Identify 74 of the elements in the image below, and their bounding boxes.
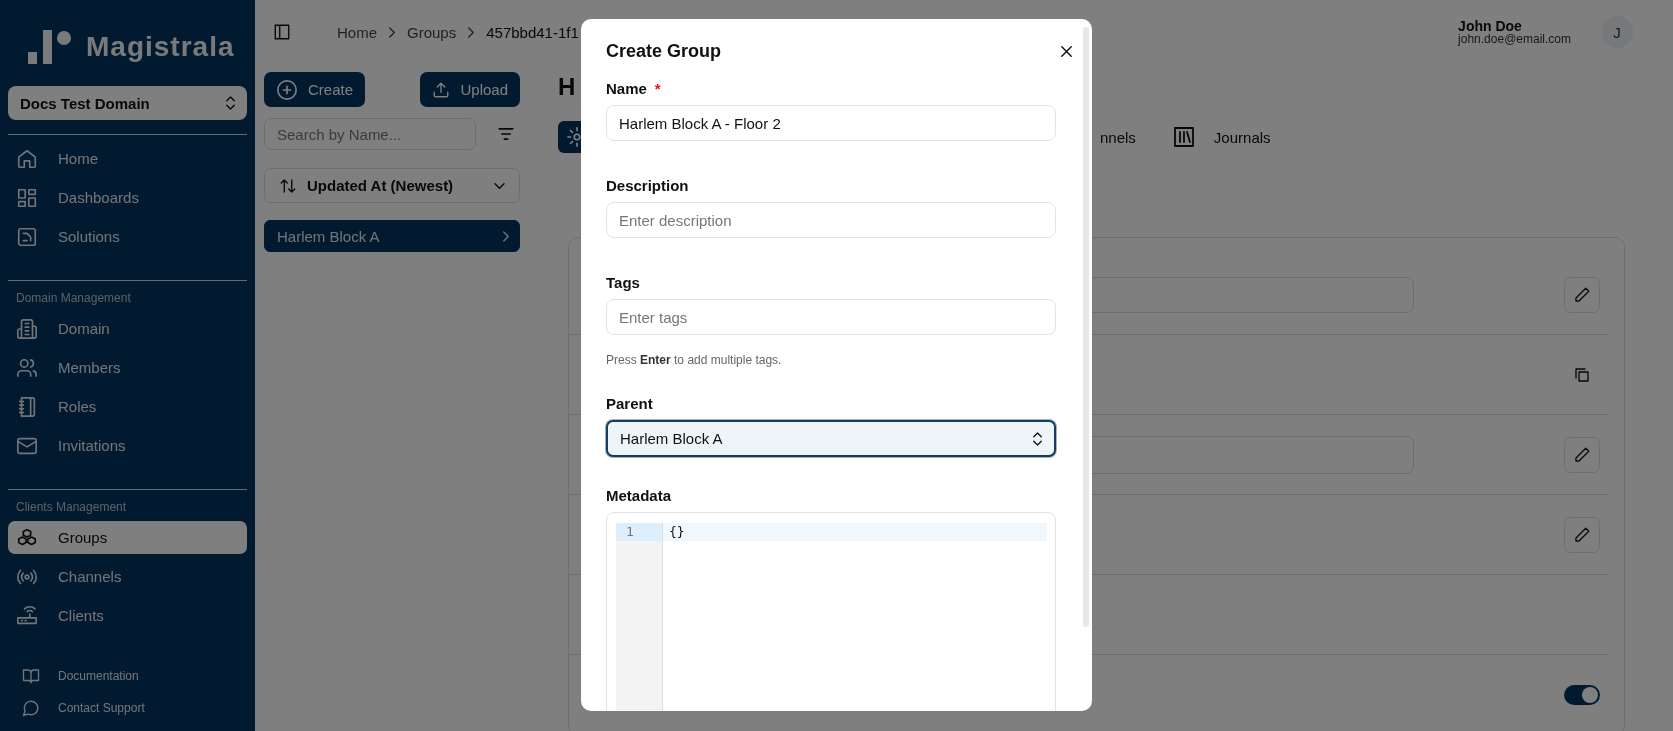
- sidebar-item[interactable]: Domain: [8, 312, 247, 345]
- sidebar-item[interactable]: Groups: [8, 521, 247, 554]
- input-field[interactable]: Harlem Block A - Floor 2: [606, 105, 1056, 141]
- pencil-icon: [1573, 445, 1591, 464]
- edit-button[interactable]: [1564, 436, 1600, 473]
- book-icon: [22, 667, 40, 685]
- field-label: Description: [606, 177, 689, 194]
- router-icon: [16, 604, 38, 627]
- breadcrumb-link[interactable]: Groups: [407, 23, 457, 41]
- sidebar-item[interactable]: Invitations: [8, 429, 247, 462]
- sidebar-toggle-icon[interactable]: [273, 23, 291, 41]
- edit-button[interactable]: [1564, 516, 1600, 553]
- footer-link[interactable]: Contact Support: [22, 699, 247, 717]
- input-field[interactable]: Enter tags: [606, 299, 1056, 335]
- building-icon: [16, 317, 38, 340]
- tab[interactable]: Journals: [1163, 121, 1279, 153]
- close-icon[interactable]: [1061, 46, 1072, 57]
- edit-button[interactable]: [1564, 276, 1600, 313]
- group-item[interactable]: Harlem Block A: [264, 220, 520, 252]
- sort-arrows-icon: [279, 176, 297, 195]
- library-icon: [1171, 125, 1196, 149]
- sidebar-item[interactable]: Solutions: [8, 220, 247, 253]
- upload-icon: [432, 80, 451, 99]
- input-field[interactable]: Enter description: [606, 202, 1056, 238]
- page-title: H: [558, 73, 576, 101]
- toggle-switch[interactable]: [1564, 684, 1600, 705]
- notebook-icon: [16, 395, 38, 418]
- tab[interactable]: nnels: [1092, 121, 1144, 153]
- breadcrumb-link[interactable]: 457bbd41-1f1: [486, 23, 579, 41]
- logo-text: Magistrala: [86, 31, 235, 63]
- field-label: Tags: [606, 274, 640, 291]
- chat-icon: [22, 699, 40, 717]
- sidebar-item[interactable]: Channels: [8, 560, 247, 593]
- filter-icon[interactable]: [498, 128, 514, 140]
- upload-button[interactable]: Upload: [420, 72, 520, 107]
- required-mark: *: [654, 80, 661, 97]
- code-editor[interactable]: 1 {}: [606, 512, 1056, 711]
- user-email: john.doe@email.com: [1458, 32, 1571, 46]
- dialog-title: Create Group: [606, 41, 722, 62]
- search-field[interactable]: Search by Name...: [264, 118, 476, 150]
- copy-icon[interactable]: [1573, 365, 1591, 384]
- chevron-up-down-icon: [226, 96, 235, 110]
- sort-select[interactable]: Updated At (Newest): [264, 168, 520, 203]
- users-icon: [16, 356, 38, 379]
- sidebar-item[interactable]: Home: [8, 142, 247, 175]
- domain-select[interactable]: Docs Test Domain: [8, 86, 247, 120]
- chevron-up-down-icon: [1033, 431, 1042, 446]
- chevron-right-icon: [389, 26, 395, 38]
- hint-text: Press Enter to add multiple tags.: [606, 353, 783, 367]
- sidebar-item[interactable]: Clients: [8, 599, 247, 632]
- avatar[interactable]: J: [1601, 16, 1633, 48]
- sidebar-item[interactable]: Dashboards: [8, 181, 247, 214]
- field-label: Metadata: [606, 487, 672, 504]
- chevron-down-icon: [494, 182, 505, 189]
- chevron-right-icon: [468, 26, 475, 38]
- house-icon: [16, 147, 38, 170]
- footer-link[interactable]: Documentation: [22, 667, 247, 685]
- field-label: Parent: [606, 395, 653, 412]
- breadcrumb-link[interactable]: Home: [337, 23, 377, 41]
- pencil-icon: [1573, 285, 1591, 304]
- chevron-right-icon: [503, 230, 509, 242]
- sidebar-item[interactable]: Members: [8, 351, 247, 384]
- user-name: John Doe: [1458, 18, 1523, 34]
- line-number: 1: [616, 523, 662, 541]
- section-heading: Clients Management: [15, 499, 128, 514]
- section-heading: Domain Management: [15, 290, 132, 305]
- circuit-icon: [16, 225, 38, 248]
- sidebar-item[interactable]: Roles: [8, 390, 247, 423]
- pencil-icon: [1573, 525, 1591, 544]
- create-button[interactable]: Create: [264, 72, 366, 107]
- field-label: Name: [606, 80, 647, 97]
- select-field[interactable]: Harlem Block A: [606, 420, 1056, 457]
- logo-icon: [28, 30, 72, 64]
- grid-icon: [16, 186, 38, 209]
